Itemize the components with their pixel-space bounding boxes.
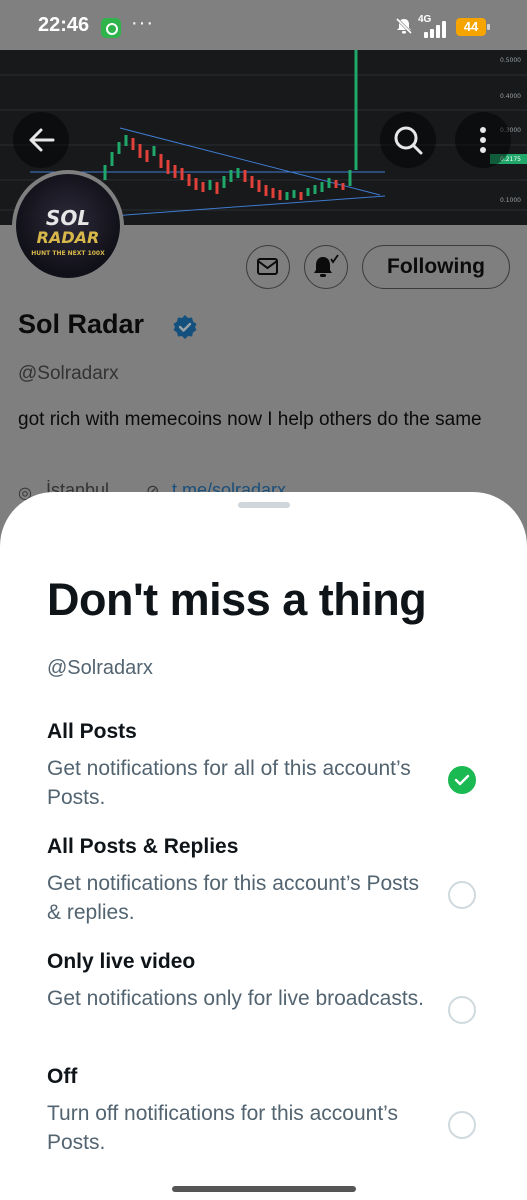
avatar-logo-text: RADAR (36, 228, 100, 247)
option-title: All Posts & Replies (47, 835, 239, 858)
option-radio[interactable] (448, 1111, 476, 1139)
status-bar: 22:46 ··· 4G 44 (0, 0, 527, 50)
message-button[interactable] (246, 245, 290, 289)
whatsapp-icon (101, 18, 121, 38)
battery-indicator: 44 (456, 18, 490, 36)
option-title: All Posts (47, 720, 137, 743)
option-radio[interactable] (448, 881, 476, 909)
sheet-drag-handle[interactable] (238, 502, 290, 508)
sheet-title: Don't miss a thing (47, 574, 427, 625)
option-off[interactable]: Off Turn off notifications for this acco… (0, 1065, 527, 1173)
more-vertical-icon (480, 127, 486, 153)
back-button[interactable] (13, 112, 69, 168)
search-button[interactable] (380, 112, 436, 168)
option-description: Turn off notifications for this account’… (47, 1102, 398, 1154)
bell-subscribed-icon (314, 254, 339, 277)
signal-icon (420, 20, 450, 38)
price-tick-4: 0.1000 (500, 197, 521, 204)
mute-icon (395, 17, 413, 35)
verified-badge-icon (173, 315, 197, 339)
avatar-image: SOL RADAR HUNT THE NEXT 100X (16, 174, 120, 278)
display-name: Sol Radar (18, 309, 145, 339)
avatar[interactable]: SOL RADAR HUNT THE NEXT 100X (12, 170, 124, 282)
option-posts-and-replies[interactable]: All Posts & Replies Get notifications fo… (0, 835, 527, 943)
checkmark-icon (454, 774, 470, 786)
price-tick-2: 0.4000 (500, 93, 521, 100)
option-live-video[interactable]: Only live video Get notifications only f… (0, 950, 527, 1058)
status-time: 22:46 (38, 14, 90, 36)
notification-overflow: ··· (131, 12, 154, 34)
option-description: Get notifications for all of this accoun… (47, 757, 411, 809)
price-tick-1: 0.5000 (500, 57, 521, 64)
notifications-button[interactable] (304, 245, 348, 289)
option-description: Get notifications only for live broadcas… (47, 987, 425, 1010)
profile-handle: @Solradarx (18, 363, 119, 384)
profile-bio: got rich with memecoins now I help other… (18, 409, 482, 430)
more-options-button[interactable] (455, 112, 511, 168)
mail-icon (257, 258, 278, 275)
option-all-posts[interactable]: All Posts Get notifications for all of t… (0, 720, 527, 828)
avatar-logo-tagline: HUNT THE NEXT 100X (31, 250, 105, 257)
option-title: Only live video (47, 950, 196, 973)
option-radio-selected[interactable] (448, 766, 476, 794)
avatar-logo-text: SOL (45, 206, 91, 230)
option-radio[interactable] (448, 996, 476, 1024)
option-title: Off (47, 1065, 78, 1088)
sheet-handle: @Solradarx (47, 657, 153, 679)
notification-settings-sheet: Don't miss a thing @Solradarx All Posts … (0, 492, 527, 1200)
home-indicator[interactable] (172, 1186, 356, 1192)
option-description: Get notifications for this account’s Pos… (47, 872, 419, 924)
following-button[interactable]: Following (362, 245, 510, 289)
back-arrow-icon (29, 128, 55, 152)
search-icon (394, 126, 423, 155)
